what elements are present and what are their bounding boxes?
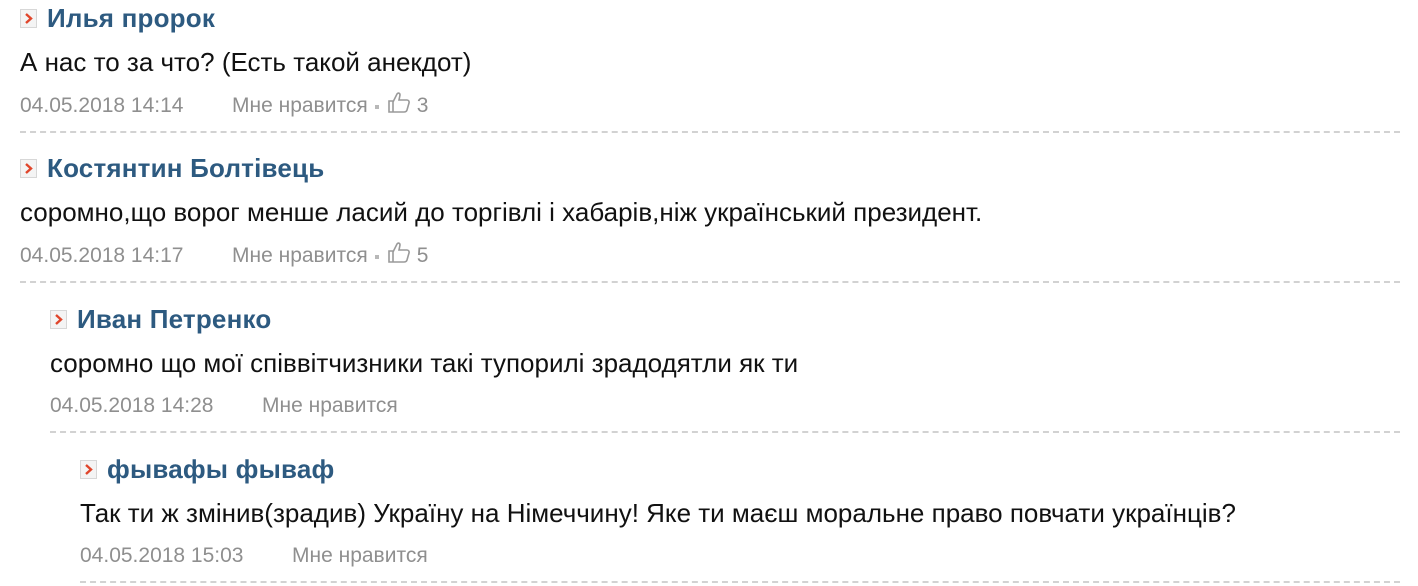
like-button[interactable]: Мне нравится xyxy=(232,244,368,268)
chevron-right-icon xyxy=(80,460,97,479)
comment-item: Илья пророк А нас то за что? (Есть такой… xyxy=(20,0,1400,133)
comment-header: фывафы фываф xyxy=(80,451,334,487)
comment-item: Костянтин Болтівець соромно,що ворог мен… xyxy=(20,133,1400,283)
author-name-link[interactable]: Илья пророк xyxy=(47,3,215,34)
comment-item: фывафы фываф Так ти ж змінив(зрадив) Укр… xyxy=(80,433,1400,583)
comment-text: Так ти ж змінив(зрадив) Україну на Німеч… xyxy=(80,498,1236,528)
chevron-right-icon xyxy=(20,159,37,178)
like-count: 5 xyxy=(416,244,429,267)
separator-dot xyxy=(374,255,379,259)
author-name-link[interactable]: Костянтин Болтівець xyxy=(47,153,324,184)
chevron-right-icon xyxy=(20,9,37,28)
comment-date: 04.05.2018 14:28 xyxy=(50,394,214,417)
comment-date: 04.05.2018 14:14 xyxy=(20,94,184,117)
comment-item: Иван Петренко соромно що мої співвітчизн… xyxy=(50,283,1400,433)
author-name-link[interactable]: фывафы фываф xyxy=(107,454,334,485)
comment-header: Илья пророк xyxy=(20,0,215,36)
comment-header: Костянтин Болтівець xyxy=(20,150,324,186)
comment-meta: 04.05.2018 15:03 Мне нравится xyxy=(80,541,428,571)
comment-meta: 04.05.2018 14:17 Мне нравится 5 xyxy=(20,241,428,271)
author-name-link[interactable]: Иван Петренко xyxy=(77,304,271,335)
comment-meta: 04.05.2018 14:14 Мне нравится 3 xyxy=(20,91,428,121)
comment-text: А нас то за что? (Есть такой анекдот) xyxy=(20,47,472,77)
like-count: 3 xyxy=(416,94,429,117)
comment-header: Иван Петренко xyxy=(50,301,271,337)
comment-text: соромно що мої співвітчизники такі тупор… xyxy=(50,348,799,378)
thumbs-up-icon xyxy=(387,91,411,120)
separator-dot xyxy=(374,105,379,109)
comment-date: 04.05.2018 14:17 xyxy=(20,244,184,267)
chevron-right-icon xyxy=(50,310,67,329)
comment-date: 04.05.2018 15:03 xyxy=(80,544,244,567)
comment-text: соромно,що ворог менше ласий до торгівлі… xyxy=(20,197,983,227)
thumbs-up-icon xyxy=(387,241,411,270)
like-button[interactable]: Мне нравится xyxy=(262,394,398,418)
comment-meta: 04.05.2018 14:28 Мне нравится xyxy=(50,391,398,421)
like-button[interactable]: Мне нравится xyxy=(232,94,368,118)
like-button[interactable]: Мне нравится xyxy=(292,544,428,568)
